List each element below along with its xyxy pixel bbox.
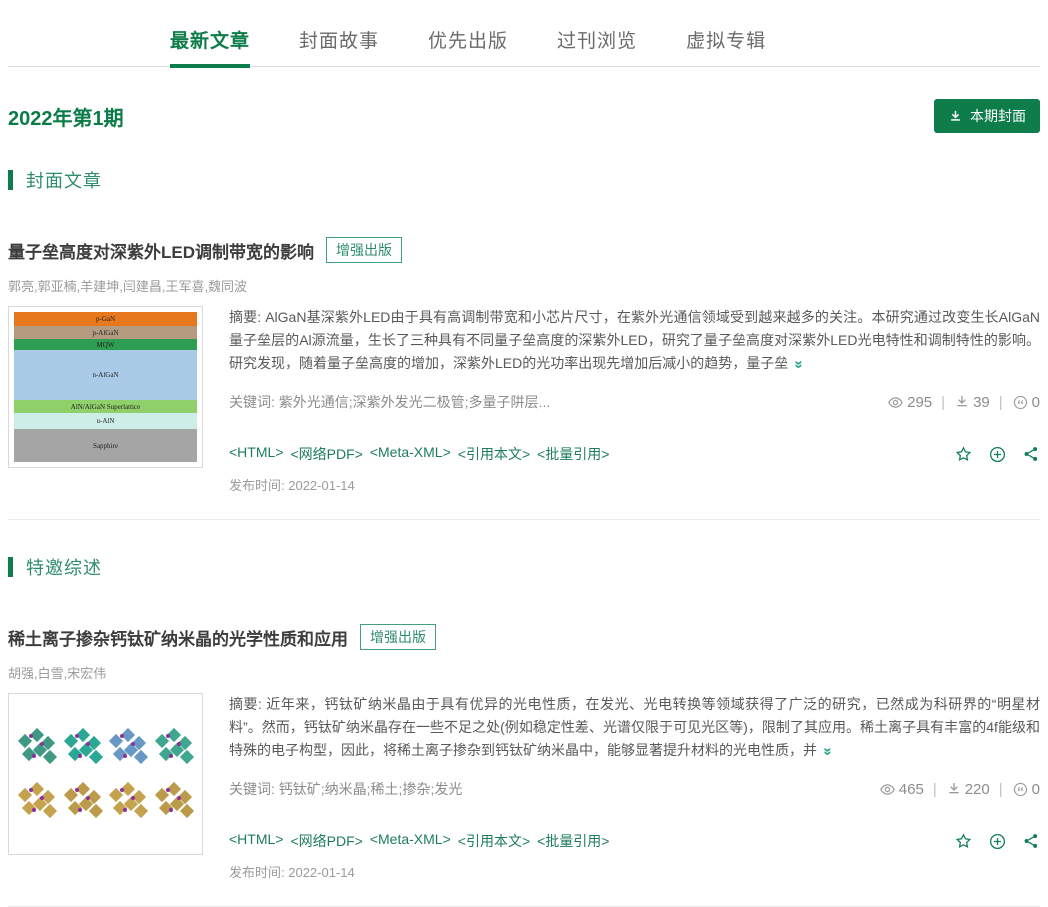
article-card: 量子垒高度对深紫外LED调制带宽的影响 增强出版 郭亮,郭亚楠,羊建坤,闫建昌,… <box>8 193 1040 494</box>
meta-xml-link[interactable]: <Meta-XML> <box>370 831 451 851</box>
article-links: <HTML> <网络PDF> <Meta-XML> <引用本文> <批量引用> <box>229 444 609 464</box>
downloads-stat: 39 <box>954 394 990 411</box>
publish-date-value: 2022-01-14 <box>288 478 355 493</box>
article-thumbnail[interactable]: p-GaNp-AlGaNMQWn-AlGaNAlN/AlGaN Superlat… <box>8 306 203 468</box>
views-stat: 295 <box>887 394 932 411</box>
downloads-stat: 220 <box>946 781 990 798</box>
download-icon <box>948 109 963 124</box>
add-circle-icon[interactable] <box>988 445 1007 464</box>
meta-xml-link[interactable]: <Meta-XML> <box>370 444 451 464</box>
issue-header: 2022年第1期 本期封面 <box>8 99 1040 133</box>
tab-latest-articles[interactable]: 最新文章 <box>170 26 250 66</box>
article-stats: 465 | 220 | <box>879 781 1040 798</box>
tab-virtual-special-issue[interactable]: 虚拟专辑 <box>686 26 766 66</box>
section-title: 特邀综述 <box>26 554 102 580</box>
publish-date-label: 发布时间: <box>229 865 288 880</box>
journal-issue-page: 最新文章 封面故事 优先出版 过刊浏览 虚拟专辑 2022年第1期 本期封面 封… <box>0 0 1048 907</box>
html-link[interactable]: <HTML> <box>229 444 283 464</box>
expand-abstract-icon[interactable]: » <box>817 747 840 753</box>
article-links: <HTML> <网络PDF> <Meta-XML> <引用本文> <批量引用> <box>229 831 609 851</box>
favorite-star-icon[interactable] <box>954 445 973 464</box>
enhanced-publication-badge: 增强出版 <box>326 237 402 263</box>
tab-early-publication[interactable]: 优先出版 <box>428 26 508 66</box>
pdf-link[interactable]: <网络PDF> <box>290 444 362 464</box>
led-structure-figure: p-GaNp-AlGaNMQWn-AlGaNAlN/AlGaN Superlat… <box>14 312 197 462</box>
tab-archive-browse[interactable]: 过刊浏览 <box>557 26 637 66</box>
publish-date-label: 发布时间: <box>229 478 288 493</box>
batch-cite-link[interactable]: <批量引用> <box>537 831 609 851</box>
section-marker-bar <box>8 170 13 190</box>
enhanced-publication-badge: 增强出版 <box>360 624 436 650</box>
favorite-star-icon[interactable] <box>954 832 973 851</box>
issue-cover-button-label: 本期封面 <box>970 106 1026 126</box>
section-title: 封面文章 <box>26 167 102 193</box>
batch-cite-link[interactable]: <批量引用> <box>537 444 609 464</box>
pdf-link[interactable]: <网络PDF> <box>290 831 362 851</box>
abstract-text: 摘要: AlGaN基深紫外LED由于具有高调制带宽和小芯片尺寸，在紫外光通信领域… <box>229 309 1040 371</box>
article-actions <box>954 445 1040 464</box>
article-keywords: 关键词: 钙钛矿;纳米晶;稀土;掺杂;发光 <box>229 779 462 799</box>
article-thumbnail[interactable] <box>8 693 203 855</box>
citations-stat: 0 <box>1012 781 1040 798</box>
section-marker-bar <box>8 557 13 577</box>
share-icon[interactable] <box>1022 445 1040 463</box>
citations-count: 0 <box>1032 781 1040 798</box>
issue-cover-download-button[interactable]: 本期封面 <box>934 99 1040 133</box>
citations-stat: 0 <box>1012 394 1040 411</box>
tab-cover-story[interactable]: 封面故事 <box>299 26 379 66</box>
abstract-text: 摘要: 近年来，钙钛矿纳米晶由于具有优异的光电性质，在发光、光电转换等领域获得了… <box>229 696 1040 758</box>
views-count: 465 <box>899 781 924 798</box>
section-header-cover-article: 封面文章 <box>8 167 1040 193</box>
download-count-icon <box>954 394 970 410</box>
views-count: 295 <box>907 394 932 411</box>
article-authors: 郭亮,郭亚楠,羊建坤,闫建昌,王军喜,魏同波 <box>8 276 1040 295</box>
publish-date-value: 2022-01-14 <box>288 865 355 880</box>
download-count-icon <box>946 781 962 797</box>
citation-quote-icon <box>1012 781 1029 798</box>
publish-date: 发布时间: 2022-01-14 <box>229 862 1040 881</box>
article-card: 稀土离子掺杂钙钛矿纳米晶的光学性质和应用 增强出版 胡强,白雪,宋宏伟 摘要: … <box>8 580 1040 881</box>
publish-date: 发布时间: 2022-01-14 <box>229 475 1040 494</box>
add-circle-icon[interactable] <box>988 832 1007 851</box>
views-stat: 465 <box>879 781 924 798</box>
article-abstract: 摘要: 近年来，钙钛矿纳米晶由于具有优异的光电性质，在发光、光电转换等领域获得了… <box>229 693 1040 762</box>
tab-bar: 最新文章 封面故事 优先出版 过刊浏览 虚拟专辑 <box>8 0 1040 67</box>
html-link[interactable]: <HTML> <box>229 831 283 851</box>
article-title[interactable]: 稀土离子掺杂钙钛矿纳米晶的光学性质和应用 <box>8 625 348 650</box>
stat-separator: | <box>941 394 945 411</box>
citation-quote-icon <box>1012 394 1029 411</box>
citations-count: 0 <box>1032 394 1040 411</box>
article-stats: 295 | 39 | <box>887 394 1040 411</box>
cite-article-link[interactable]: <引用本文> <box>458 831 530 851</box>
article-authors: 胡强,白雪,宋宏伟 <box>8 663 1040 682</box>
stat-separator: | <box>999 781 1003 798</box>
downloads-count: 220 <box>965 781 990 798</box>
article-actions <box>954 832 1040 851</box>
downloads-count: 39 <box>973 394 990 411</box>
issue-title: 2022年第1期 <box>8 102 124 131</box>
stat-separator: | <box>933 781 937 798</box>
views-eye-icon <box>879 781 896 798</box>
views-eye-icon <box>887 394 904 411</box>
section-header-invited-review: 特邀综述 <box>8 554 1040 580</box>
cite-article-link[interactable]: <引用本文> <box>458 444 530 464</box>
share-icon[interactable] <box>1022 832 1040 850</box>
section-divider <box>8 519 1040 520</box>
article-keywords: 关键词: 紫外光通信;深紫外发光二极管;多量子阱层... <box>229 392 550 412</box>
article-title[interactable]: 量子垒高度对深紫外LED调制带宽的影响 <box>8 238 314 263</box>
crystal-structures-figure <box>14 699 197 849</box>
expand-abstract-icon[interactable]: » <box>788 360 811 366</box>
stat-separator: | <box>999 394 1003 411</box>
article-abstract: 摘要: AlGaN基深紫外LED由于具有高调制带宽和小芯片尺寸，在紫外光通信领域… <box>229 306 1040 375</box>
